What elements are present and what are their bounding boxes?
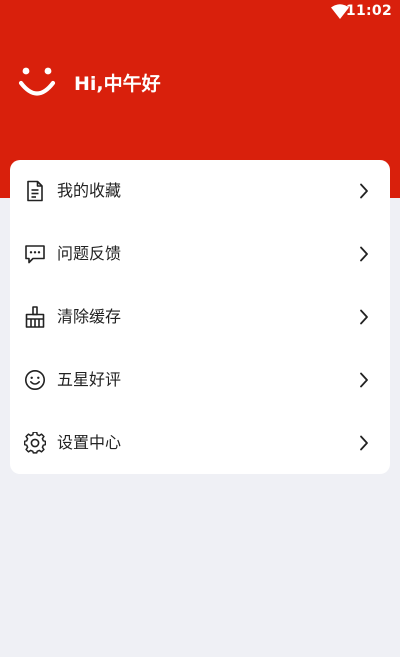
menu-item-rate[interactable]: 五星好评: [10, 349, 390, 411]
gear-icon: [24, 432, 46, 454]
chevron-right-icon: [360, 309, 368, 325]
document-icon: [27, 180, 43, 202]
menu-item-favorites[interactable]: 我的收藏: [10, 160, 390, 222]
menu-item-label: 清除缓存: [57, 307, 122, 326]
greeting-text: Hi,中午好: [74, 73, 161, 95]
menu-item-label: 设置中心: [57, 433, 122, 452]
chevron-right-icon: [360, 183, 368, 199]
chat-bubble-icon: [25, 245, 45, 264]
smile-logo-icon: [18, 67, 56, 96]
menu-item-label: 我的收藏: [57, 181, 122, 200]
menu-item-clear-cache[interactable]: 清除缓存: [10, 286, 390, 348]
menu-item-label: 五星好评: [57, 370, 122, 389]
broom-icon: [25, 306, 45, 328]
status-bar: 11:02: [0, 0, 400, 24]
chevron-right-icon: [360, 435, 368, 451]
smiley-face-icon: [25, 370, 45, 390]
chevron-right-icon: [360, 372, 368, 388]
status-time: 11:02: [345, 3, 392, 19]
menu-item-feedback[interactable]: 问题反馈: [10, 223, 390, 285]
menu-item-label: 问题反馈: [57, 244, 122, 263]
menu-item-settings[interactable]: 设置中心: [10, 412, 390, 474]
chevron-right-icon: [360, 246, 368, 262]
menu-card: 我的收藏 问题反馈 清除缓存 五星好评 设置中心: [10, 160, 390, 474]
